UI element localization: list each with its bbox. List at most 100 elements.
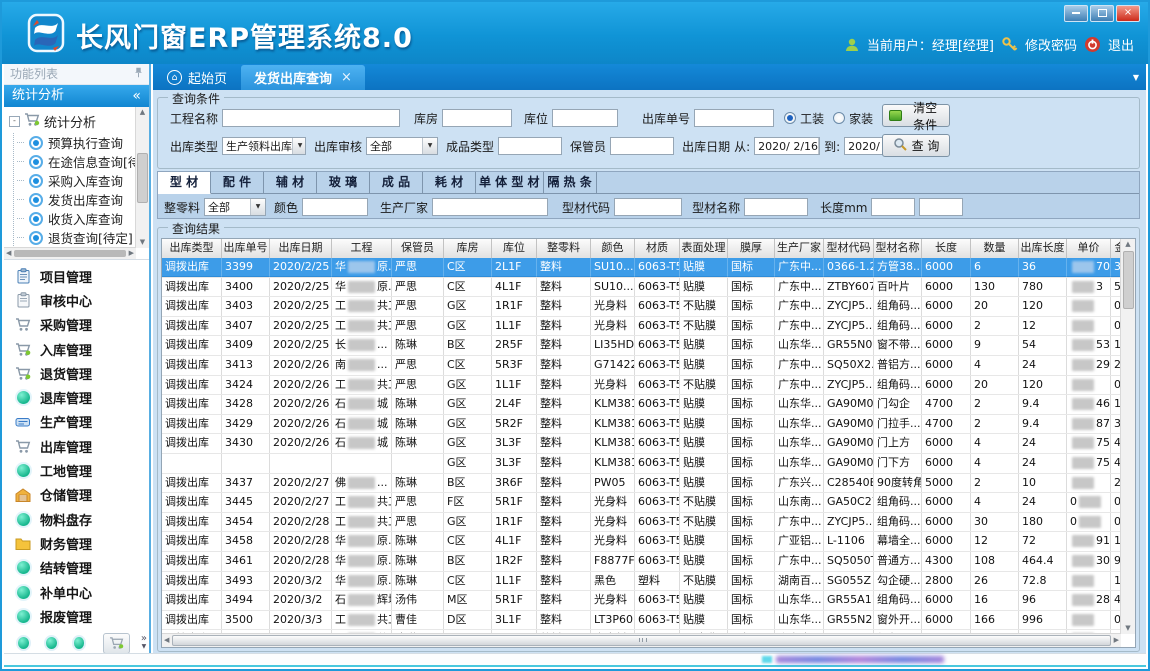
module-dot-icon[interactable] [18,637,29,649]
module-dot-icon[interactable] [46,637,57,649]
length-max-input[interactable] [919,198,963,216]
table-row[interactable]: 调拨出库34292020/2/26石城陈琳G区5R2F整料KLM38176063… [162,415,1121,435]
column-header[interactable]: 出库类型 [162,239,222,258]
sidebar-module[interactable]: 物料盘存 [4,507,149,531]
tree-item[interactable]: 退货查询[待定] [17,228,149,247]
column-header[interactable]: 颜色 [591,239,635,258]
sidebar-module[interactable]: 出库管理 [4,434,149,458]
minimize-button[interactable] [1064,5,1088,22]
scrollbar-thumb[interactable] [137,153,148,203]
sidebar-module[interactable]: 报废管理 [4,604,149,628]
sidebar-module[interactable]: 财务管理 [4,531,149,555]
length-min-input[interactable] [871,198,915,216]
tree-root[interactable]: - 统计分析 [4,107,149,133]
column-header[interactable]: 长度 [922,239,971,258]
sidebar-module[interactable]: 仓储管理 [4,483,149,507]
sidebar-module[interactable]: 退库管理 [4,385,149,409]
table-row[interactable]: 调拨出库33992020/2/25华原...严思C区2L1F整料SU10...6… [162,258,1121,278]
column-header[interactable]: 工程 [332,239,392,258]
combo-arrow-icon[interactable]: ▼ [422,138,437,154]
change-password-link[interactable]: 修改密码 [1025,35,1077,54]
material-tab[interactable]: 辅 材 [264,172,317,193]
outbound-type-select[interactable]: 生产领料出库 ▼ [222,137,306,155]
material-tab[interactable]: 成 品 [370,172,423,193]
sidebar-module[interactable]: 项目管理 [4,264,149,288]
tree-vertical-scrollbar[interactable]: ▲ ▼ [135,107,149,248]
tab-home[interactable]: ⌂ 起始页 [153,64,241,90]
table-row[interactable]: 调拨出库34582020/2/28华原...陈琳C区4L1F整料光身料6063-… [162,532,1121,552]
close-tab-icon[interactable]: × [341,70,352,85]
module-dot-icon[interactable] [74,637,85,649]
scrollbar-thumb[interactable] [14,250,125,257]
sidebar-module[interactable]: 采购管理 [4,313,149,337]
scroll-left-icon[interactable]: ◀ [6,248,11,259]
table-row[interactable]: G区3L3F整料KLM38176063-T5贴膜国标山东华...GA90M09.… [162,454,1121,474]
sidebar-module[interactable]: 工地管理 [4,458,149,482]
table-row[interactable]: 调拨出库34372020/2/27佛...陈琳B区3R6F整料PW056063-… [162,474,1121,494]
tree-horizontal-scrollbar[interactable]: ◀ ▶ [4,247,136,259]
column-header[interactable]: 保管员 [392,239,444,258]
scroll-up-icon[interactable]: ▲ [1125,239,1130,250]
cart-strip-button[interactable] [103,633,129,654]
table-row[interactable]: 调拨出库34242020/2/26工共工程严思G区1L1F整料光身料6063-T… [162,376,1121,396]
scrollbar-thumb[interactable] [172,635,1110,646]
material-tab[interactable]: 耗 材 [423,172,476,193]
table-row[interactable]: 调拨出库35002020/3/3工共工程曹佳D区3L1F整料LT3P606063… [162,611,1121,631]
grid-horizontal-scrollbar[interactable]: ◀ ▶ [162,633,1121,647]
column-header[interactable]: 生产厂家 [775,239,824,258]
column-header[interactable]: 整零料 [537,239,591,258]
table-row[interactable]: 调拨出库34302020/2/26石城陈琳G区3L3F整料KLM38176063… [162,434,1121,454]
scroll-down-icon[interactable]: ▼ [140,237,145,248]
material-tab[interactable]: 单 体 型 材 [476,172,544,193]
combo-arrow-icon[interactable]: ▼ [250,199,265,215]
table-row[interactable]: 调拨出库34942020/3/2石辉城汤伟M区5R1F整料光身料6063-T5贴… [162,591,1121,611]
close-button[interactable]: × [1116,5,1140,22]
column-header[interactable]: 单价 [1067,239,1111,258]
table-row[interactable]: 调拨出库34072020/2/25工共工程严思G区1L1F整料光身料6063-T… [162,317,1121,337]
whole-part-select[interactable]: 全部 ▼ [204,198,266,216]
column-header[interactable]: 膜厚 [728,239,775,258]
scroll-right-icon[interactable]: ▶ [1114,635,1119,646]
tab-outbound-query[interactable]: 发货出库查询 × [241,65,365,90]
table-row[interactable]: 调拨出库34092020/2/25长...陈琳B区2R5F整料LI35HD606… [162,336,1121,356]
radio-option[interactable]: 家装 [833,110,873,127]
collapse-icon[interactable]: « [132,86,141,106]
sidebar-module[interactable]: 退货管理 [4,361,149,385]
color-input[interactable] [302,198,368,216]
profile-name-input[interactable] [744,198,808,216]
radio-option[interactable]: 工装 [784,110,824,127]
tree-item[interactable]: 在途信息查询[待 [17,152,149,171]
column-header[interactable]: 出库长度 [1019,239,1067,258]
combo-arrow-icon[interactable]: ▼ [292,138,306,154]
column-header[interactable]: 型材名称 [874,239,922,258]
material-tab[interactable]: 隔 热 条 [544,172,597,193]
material-tab[interactable]: 玻 璃 [317,172,370,193]
audit-select[interactable]: 全部 ▼ [366,137,438,155]
location-input[interactable] [552,109,618,127]
sidebar-module[interactable]: 结转管理 [4,556,149,580]
tree-item[interactable]: 预算执行查询 [17,133,149,152]
column-header[interactable]: 库房 [444,239,492,258]
tree-item[interactable]: 发货出库查询 [17,190,149,209]
sidebar-module[interactable]: 生产管理 [4,410,149,434]
manufacturer-input[interactable] [432,198,548,216]
column-header[interactable]: 库位 [492,239,537,258]
column-header[interactable]: 出库日期 [270,239,332,258]
search-button[interactable]: 查 询 [882,134,950,157]
table-row[interactable]: 调拨出库34542020/2/28工共工程严思G区1R1F整料光身料6063-T… [162,513,1121,533]
project-name-input[interactable] [222,109,400,127]
scroll-up-icon[interactable]: ▲ [140,107,145,118]
table-row[interactable]: 调拨出库34612020/2/28华原...陈琳B区1R2F整料F8877FT6… [162,552,1121,572]
keeper-input[interactable] [610,137,674,155]
grid-vertical-scrollbar[interactable]: ▲ ▼ [1120,239,1135,634]
material-tab[interactable]: 配 件 [211,172,264,193]
table-row[interactable]: 调拨出库34032020/2/25工共工程严思G区1R1F整料光身料6063-T… [162,297,1121,317]
warehouse-input[interactable] [442,109,512,127]
table-row[interactable]: 调拨出库34452020/2/27工共工程严思F区5R1F整料光身料6063-T… [162,493,1121,513]
tab-list-dropdown-icon[interactable]: ▼ [1133,73,1139,82]
logout-link[interactable]: 退出 [1108,35,1134,54]
expander-icon[interactable]: - [9,116,20,127]
table-row[interactable]: 调拨出库34132020/2/26南...严思C区5R3F整料G71422606… [162,356,1121,376]
scrollbar-thumb[interactable] [1123,251,1134,309]
tree-item[interactable]: 采购入库查询 [17,171,149,190]
